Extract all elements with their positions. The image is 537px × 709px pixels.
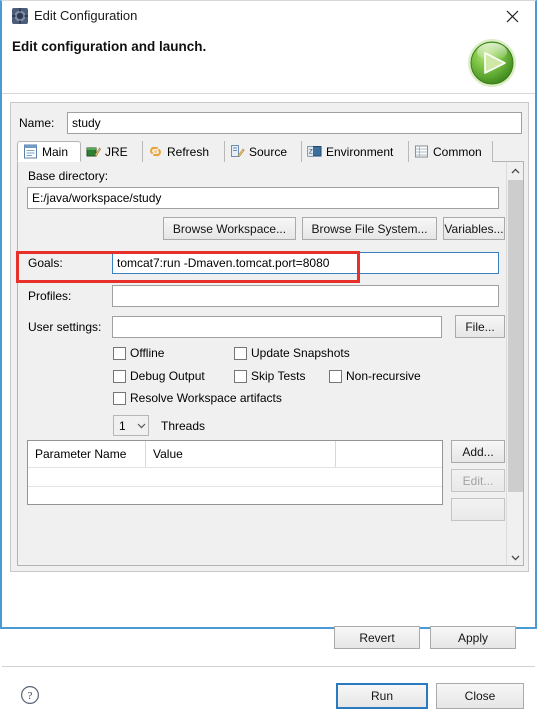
parameter-table[interactable]: Parameter Name Value [27,440,443,505]
chevron-down-icon[interactable] [507,549,523,565]
checkbox-resolve-workspace-artifacts[interactable]: Resolve Workspace artifacts [113,391,282,405]
browse-workspace-button[interactable]: Browse Workspace... [163,217,296,240]
revert-button[interactable]: Revert [334,626,420,649]
remove-button [451,498,505,521]
scrollbar-thumb[interactable] [508,180,523,492]
tab-refresh-label: Refresh [167,144,210,159]
checkbox-update-snapshots-label: Update Snapshots [251,346,350,360]
profiles-input[interactable] [112,285,499,307]
edit-button: Edit... [451,469,505,492]
tab-main[interactable]: Main [17,141,81,162]
checkbox-debug-output[interactable]: Debug Output [113,369,205,383]
apply-button[interactable]: Apply [430,626,516,649]
chevron-down-icon [134,416,148,435]
refresh-link-icon [148,144,163,159]
base-directory-input[interactable] [27,187,499,209]
table-column-value: Value [146,441,336,467]
title-bar: Edit Configuration [2,1,535,32]
profiles-label: Profiles: [28,289,72,303]
checkbox-non-recursive[interactable]: Non-recursive [329,369,421,383]
checkbox-box [113,391,126,405]
chevron-up-icon[interactable] [507,162,523,179]
main-tab-panel: Base directory: Browse Workspace... Brow… [17,162,524,566]
window-title: Edit Configuration [34,8,138,23]
name-label: Name: [19,116,55,130]
variables-button[interactable]: Variables... [443,217,505,240]
common-table-icon [414,144,429,159]
checkbox-box [234,346,247,360]
goals-label: Goals: [28,256,63,270]
tab-source[interactable]: Source [225,141,302,162]
file-button[interactable]: File... [455,315,505,338]
checkbox-non-recursive-label: Non-recursive [346,369,421,383]
checkbox-offline-label: Offline [130,346,165,360]
checkbox-update-snapshots[interactable]: Update Snapshots [234,346,350,360]
browse-file-system-button[interactable]: Browse File System... [302,217,437,240]
main-document-icon [23,144,38,159]
configuration-gear-icon [12,8,28,24]
tab-jre-label: JRE [105,144,128,159]
goals-input[interactable] [112,252,499,274]
add-button[interactable]: Add... [451,440,505,463]
close-icon[interactable] [495,3,529,29]
table-header-row: Parameter Name Value [28,441,442,467]
jre-book-icon [86,144,101,159]
tab-source-label: Source [249,144,288,159]
close-button[interactable]: Close [436,683,524,709]
tab-environment-label: Environment [326,144,394,159]
dialog-header: Edit configuration and launch. [2,32,535,94]
source-pencil-icon [230,144,245,159]
name-input[interactable] [67,112,522,134]
tab-refresh[interactable]: Refresh [143,141,225,162]
green-run-play-icon [459,31,523,91]
checkbox-offline[interactable]: Offline [113,346,164,360]
table-row[interactable] [28,467,442,486]
page-title: Edit configuration and launch. [12,39,207,54]
environment-monitor-icon: Z [307,144,322,159]
checkbox-box [329,369,342,383]
tab-common-label: Common [433,144,482,159]
checkbox-box [234,369,247,383]
svg-text:?: ? [28,690,33,702]
tab-jre[interactable]: JRE [81,141,143,162]
user-settings-label: User settings: [28,320,102,334]
user-settings-input[interactable] [112,316,442,338]
table-column-spacer [336,441,442,467]
checkbox-skip-tests-label: Skip Tests [251,369,306,383]
main-tab-scroll-content: Base directory: Browse Workspace... Brow… [18,162,507,565]
threads-spinner[interactable]: 1 [113,415,149,436]
tab-common[interactable]: Common [409,141,493,162]
run-button[interactable]: Run [336,683,428,709]
table-column-parameter-name: Parameter Name [28,441,146,467]
checkbox-debug-output-label: Debug Output [130,369,205,383]
footer-divider [2,666,535,667]
tab-main-label: Main [42,144,69,159]
checkbox-resolve-workspace-artifacts-label: Resolve Workspace artifacts [130,391,282,405]
checkbox-box [113,369,126,383]
checkbox-skip-tests[interactable]: Skip Tests [234,369,305,383]
base-directory-label: Base directory: [28,169,109,183]
table-row[interactable] [28,486,442,504]
dialog-body: Name: Main [2,95,535,709]
tab-strip: Main JRE Refresh Source Z Environment Co… [17,141,524,162]
configuration-group: Name: Main [10,102,529,572]
threads-label: Threads [161,419,206,433]
help-question-icon[interactable]: ? [20,685,40,705]
tab-environment[interactable]: Z Environment [302,141,409,162]
vertical-scrollbar[interactable] [506,162,523,565]
svg-text:Z: Z [309,150,313,156]
checkbox-box [113,346,126,360]
edit-configuration-dialog: Edit Configuration Edit configuration an… [0,0,537,709]
threads-value: 1 [119,418,126,433]
